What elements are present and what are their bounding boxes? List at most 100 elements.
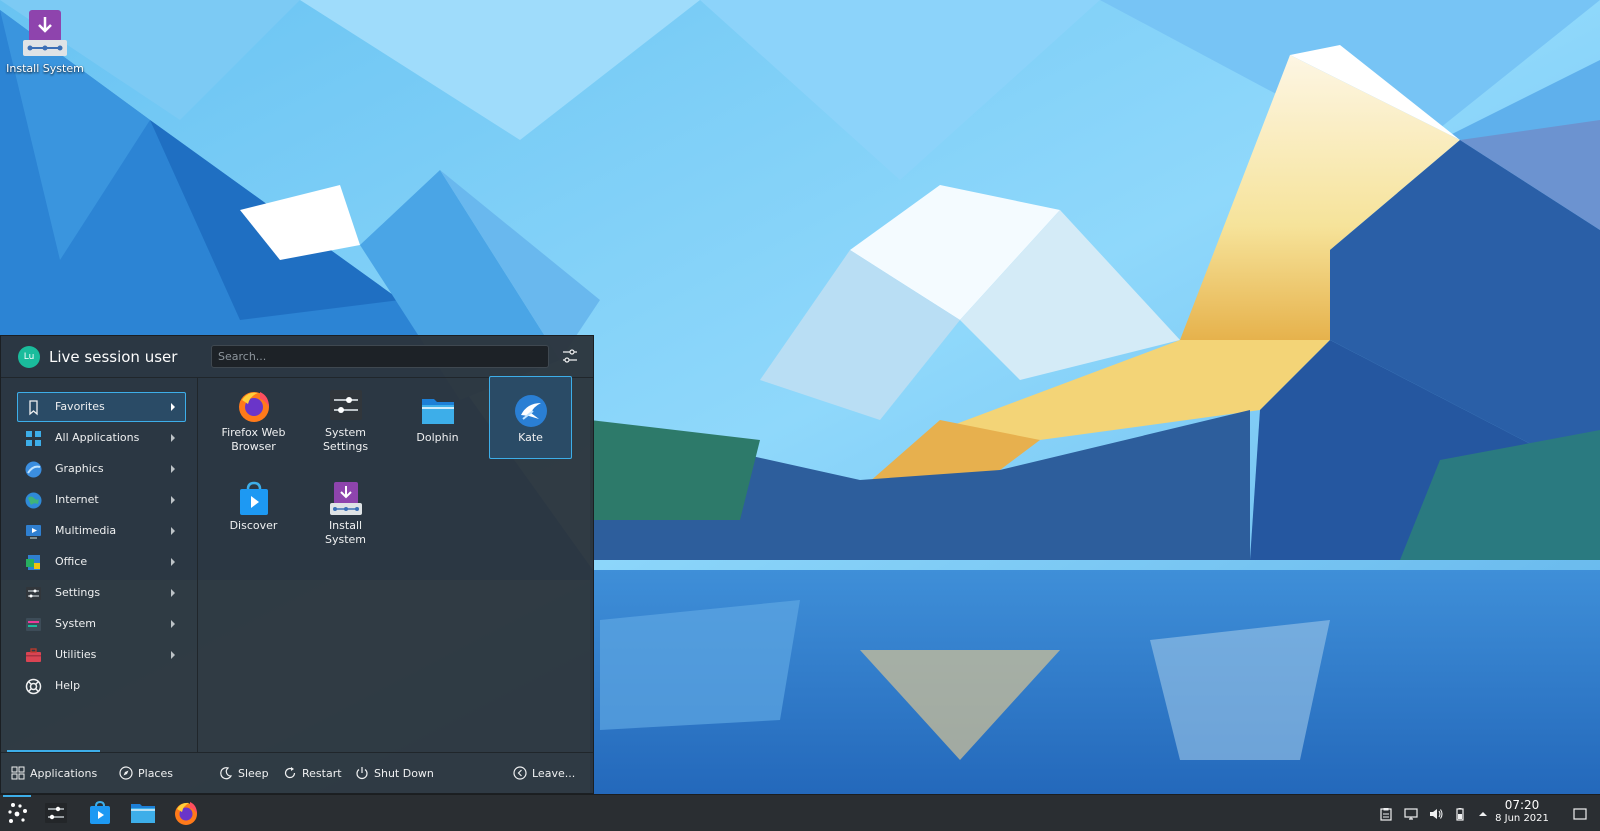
clock-time[interactable]: 07:20: [1494, 798, 1550, 812]
category-label: All Applications: [55, 431, 140, 444]
favorite-dolphin[interactable]: Dolphin: [396, 376, 479, 459]
discover-icon: [236, 481, 272, 517]
network-icon[interactable]: [1404, 806, 1418, 820]
category-multimedia[interactable]: Multimedia: [17, 516, 186, 546]
favorite-label: Dolphin: [416, 431, 459, 444]
toolbox-icon: [25, 647, 42, 664]
expand-tray-icon[interactable]: [1476, 806, 1490, 820]
clock-date[interactable]: 8 Jun 2021: [1494, 813, 1550, 824]
category-all-applications[interactable]: All Applications: [17, 423, 186, 453]
kate-icon: [513, 393, 549, 429]
category-list: Favorites All Applications Graphics Inte…: [1, 378, 197, 752]
power-icon: [356, 767, 368, 780]
shut-down-label: Shut Down: [374, 767, 434, 780]
category-graphics[interactable]: Graphics: [17, 454, 186, 484]
category-favorites[interactable]: Favorites: [17, 392, 186, 422]
category-label: Settings: [55, 586, 101, 599]
shut-down-button[interactable]: Shut Down: [355, 766, 445, 782]
firefox-icon: [236, 388, 272, 424]
office-icon: [25, 554, 42, 571]
category-label: System: [55, 617, 97, 630]
desktop-icon-label: Install System: [6, 62, 84, 75]
category-label: Graphics: [55, 462, 104, 475]
taskbar: 07:20 8 Jun 2021: [0, 794, 1600, 831]
folder-icon: [420, 393, 456, 429]
chevron-right-icon: [171, 589, 175, 597]
category-system[interactable]: System: [17, 609, 186, 639]
application-launcher-icon: [8, 803, 27, 823]
task-discover[interactable]: [87, 800, 113, 826]
chevron-right-icon: [171, 558, 175, 566]
favorite-firefox[interactable]: Firefox Web Browser: [212, 376, 295, 459]
globe-icon: [25, 492, 42, 509]
favorite-install-system[interactable]: Install System: [304, 469, 387, 552]
search-input[interactable]: [211, 345, 549, 368]
chevron-right-icon: [171, 403, 175, 411]
tab-applications[interactable]: Applications: [11, 766, 101, 782]
clipboard-icon[interactable]: [1379, 806, 1393, 821]
desktop-icon-install-system[interactable]: Install System: [4, 8, 86, 75]
chevron-right-icon: [171, 465, 175, 473]
user-name: Live session user: [49, 348, 178, 366]
category-label: Help: [55, 679, 81, 692]
chevron-right-icon: [171, 434, 175, 442]
favorite-system-settings[interactable]: System Settings: [304, 376, 387, 459]
firefox-icon: [175, 802, 197, 825]
multimedia-icon: [25, 523, 42, 540]
grid-icon: [25, 430, 42, 447]
category-internet[interactable]: Internet: [17, 485, 186, 515]
restart-button[interactable]: Restart: [283, 766, 351, 782]
favorite-label: Discover: [229, 519, 278, 532]
task-dolphin[interactable]: [130, 800, 156, 826]
sleep-icon: [220, 767, 233, 780]
leave-label: Leave...: [532, 767, 576, 780]
help-icon: [25, 678, 42, 695]
tab-label: Places: [138, 767, 173, 780]
system-icon: [25, 616, 42, 633]
restart-icon: [284, 767, 296, 779]
show-desktop-icon[interactable]: [1573, 806, 1587, 820]
chevron-right-icon: [171, 527, 175, 535]
launcher-header: Lu Live session user: [1, 336, 593, 378]
volume-icon[interactable]: [1429, 806, 1443, 820]
system-settings-icon: [328, 388, 364, 424]
bookmark-icon: [25, 399, 42, 416]
install-system-icon: [328, 481, 364, 517]
chevron-right-icon: [171, 651, 175, 659]
install-system-icon: [21, 8, 69, 60]
dolphin-icon: [131, 804, 155, 823]
leave-button[interactable]: Leave...: [513, 766, 583, 782]
favorite-label: Firefox Web Browser: [221, 426, 286, 453]
category-label: Multimedia: [55, 524, 117, 537]
chevron-right-icon: [171, 496, 175, 504]
chevron-right-icon: [171, 620, 175, 628]
active-tab-indicator: [7, 750, 100, 752]
favorite-label: Kate: [518, 431, 543, 444]
category-utilities[interactable]: Utilities: [17, 640, 186, 670]
battery-icon[interactable]: [1453, 806, 1467, 821]
configure-icon[interactable]: [562, 348, 578, 364]
favorite-discover[interactable]: Discover: [212, 469, 295, 552]
discover-icon: [90, 800, 110, 824]
grid-icon: [11, 766, 25, 780]
sleep-label: Sleep: [238, 767, 269, 780]
category-label: Favorites: [55, 400, 105, 413]
favorite-kate[interactable]: Kate: [489, 376, 572, 459]
category-label: Internet: [55, 493, 99, 506]
restart-label: Restart: [302, 767, 342, 780]
application-launcher-button[interactable]: [5, 800, 31, 826]
category-office[interactable]: Office: [17, 547, 186, 577]
divider: [1, 752, 593, 753]
system-settings-icon: [45, 803, 67, 823]
tab-places[interactable]: Places: [119, 766, 189, 782]
sleep-button[interactable]: Sleep: [219, 766, 279, 782]
tab-label: Applications: [30, 767, 98, 780]
category-help[interactable]: Help: [17, 671, 186, 701]
application-launcher-menu: Lu Live session user Favorites All Appli…: [0, 335, 594, 794]
task-system-settings[interactable]: [43, 800, 69, 826]
category-label: Utilities: [55, 648, 97, 661]
compass-icon: [119, 766, 133, 780]
avatar[interactable]: Lu: [18, 346, 40, 368]
category-settings[interactable]: Settings: [17, 578, 186, 608]
task-firefox[interactable]: [173, 800, 199, 826]
